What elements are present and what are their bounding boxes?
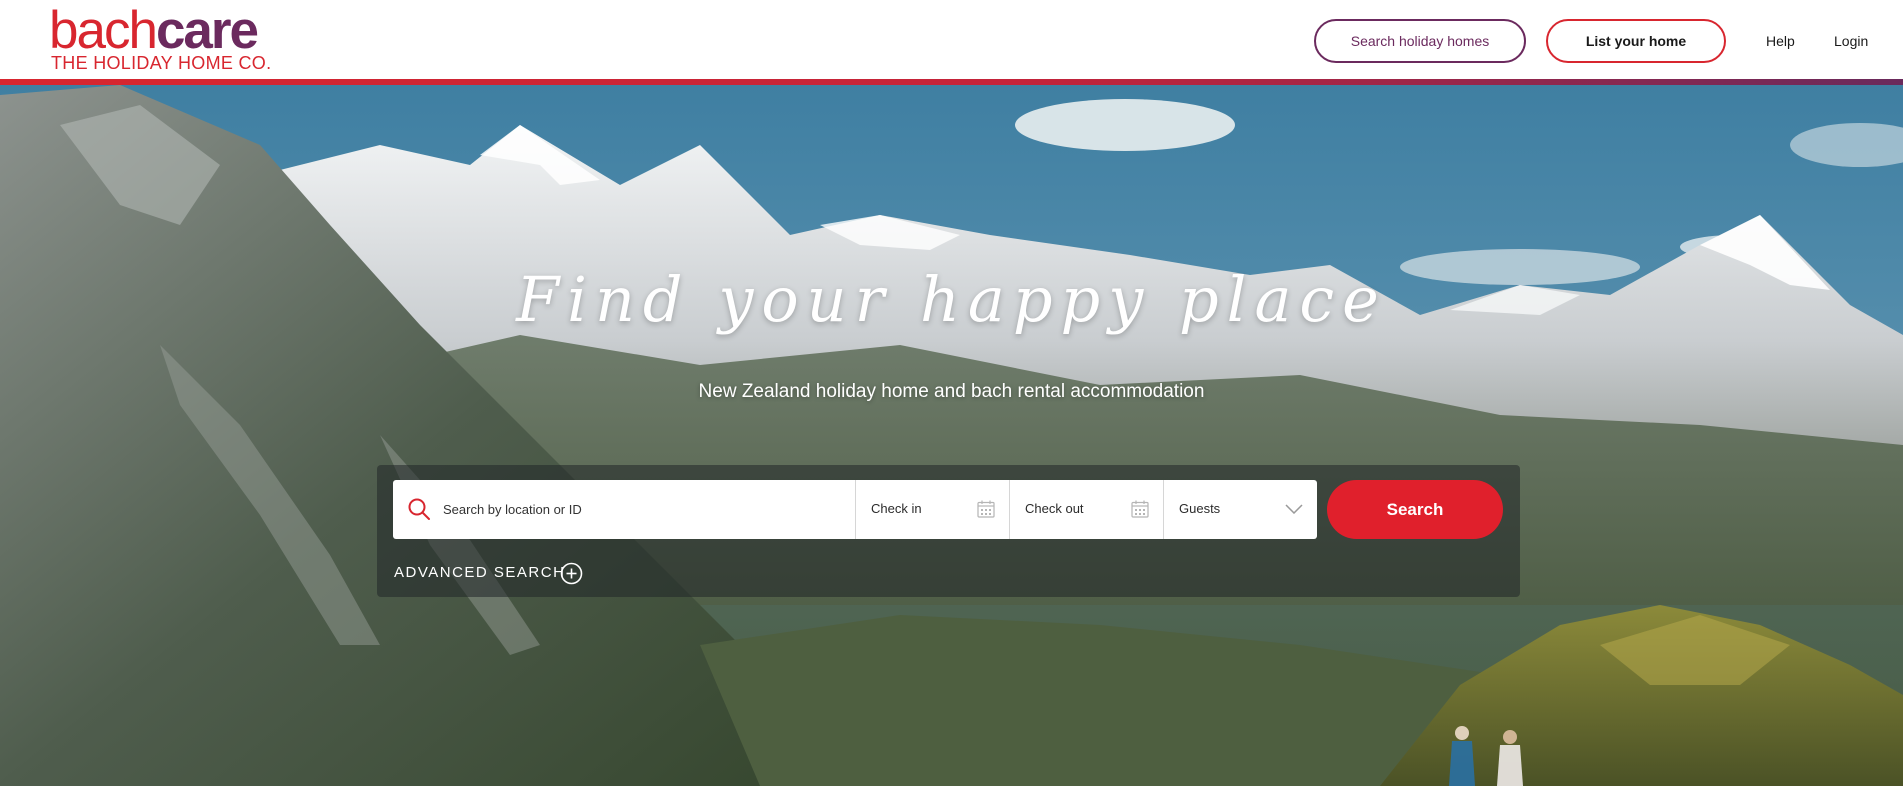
chevron-down-icon [1285, 504, 1303, 514]
logo-word-bach: bach [49, 1, 158, 60]
hero-section: Find your happy place New Zealand holida… [0, 85, 1903, 786]
logo-tagline: THE HOLIDAY HOME CO. [51, 53, 272, 73]
bachcare-logo[interactable]: bachcare THE HOLIDAY HOME CO. [49, 4, 271, 73]
check-out-label: Check out [1025, 501, 1084, 516]
guests-label: Guests [1179, 501, 1221, 516]
login-link[interactable]: Login [1834, 30, 1868, 52]
location-search-input[interactable] [443, 480, 843, 539]
calendar-icon [1131, 500, 1149, 518]
calendar-icon [977, 500, 995, 518]
search-icon [408, 498, 430, 520]
guests-dropdown[interactable]: Guests [1163, 480, 1317, 539]
mountain-landscape-background [0, 85, 1903, 786]
site-header: bachcare THE HOLIDAY HOME CO. Search hol… [0, 0, 1903, 80]
check-in-field[interactable]: Check in [855, 480, 1009, 539]
hero-headline: Find your happy place [516, 263, 1387, 336]
logo-wordmark: bachcare [49, 4, 259, 57]
plus-circle-icon [560, 562, 583, 585]
list-your-home-button[interactable]: List your home [1546, 19, 1726, 63]
help-link[interactable]: Help [1766, 30, 1795, 52]
advanced-search-label: ADVANCED SEARCH [394, 564, 566, 581]
logo-word-care: care [155, 1, 259, 60]
search-panel: Check in Check out Guests [377, 465, 1520, 597]
check-out-field[interactable]: Check out [1009, 480, 1163, 539]
location-search-field[interactable] [393, 480, 855, 539]
search-holiday-homes-button[interactable]: Search holiday homes [1314, 19, 1526, 63]
search-button[interactable]: Search [1327, 480, 1503, 539]
check-in-label: Check in [871, 501, 922, 516]
hero-subheadline: New Zealand holiday home and bach rental… [698, 381, 1205, 402]
